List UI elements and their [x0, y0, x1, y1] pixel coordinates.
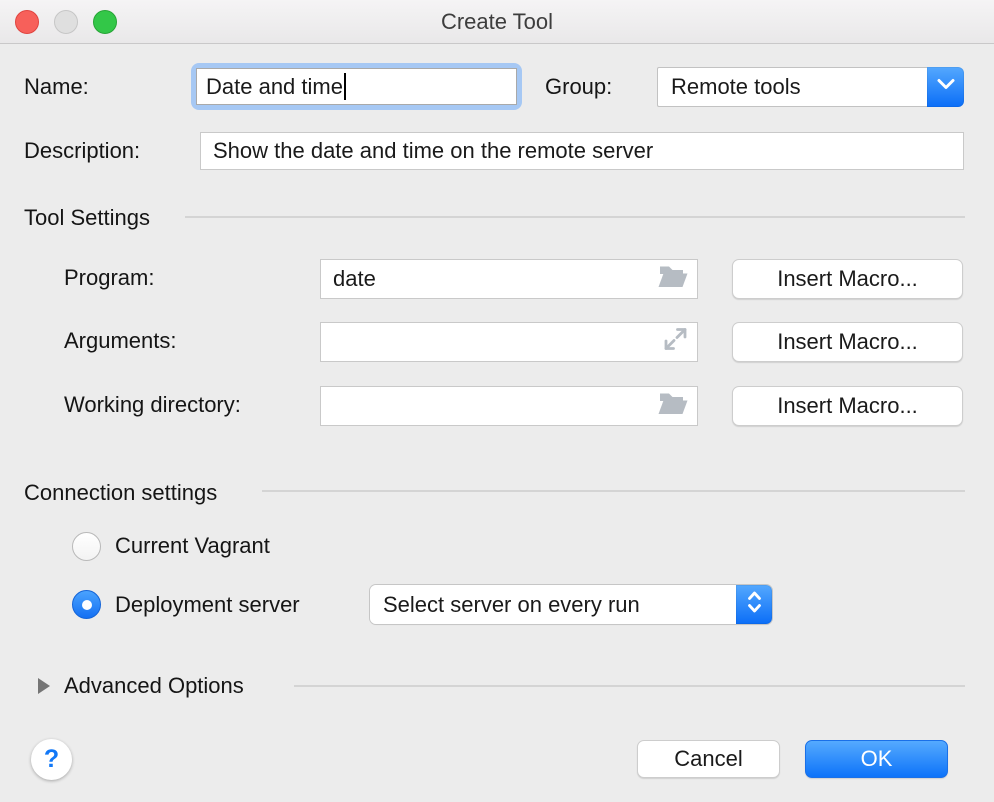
section-divider [185, 216, 965, 218]
traffic-lights [15, 10, 117, 34]
working-directory-label: Working directory: [64, 392, 241, 418]
title-bar: Create Tool [0, 0, 994, 44]
program-input-value: date [333, 266, 376, 292]
insert-macro-button-program[interactable]: Insert Macro... [732, 259, 963, 299]
insert-macro-label: Insert Macro... [777, 266, 918, 292]
name-input-value: Date and time [206, 74, 343, 100]
description-label: Description: [24, 138, 140, 164]
group-combobox[interactable]: Remote tools [657, 67, 964, 107]
connection-settings-heading: Connection settings [24, 480, 217, 506]
advanced-options-heading[interactable]: Advanced Options [64, 673, 244, 699]
ok-button[interactable]: OK [805, 740, 948, 778]
radio-current-vagrant-label[interactable]: Current Vagrant [115, 533, 270, 559]
group-label: Group: [545, 74, 612, 100]
create-tool-dialog: Create Tool Name: Date and time Group: R… [0, 0, 994, 802]
group-combobox-value[interactable]: Remote tools [657, 67, 927, 107]
question-mark-icon: ? [44, 745, 59, 774]
insert-macro-button-working-directory[interactable]: Insert Macro... [732, 386, 963, 426]
arguments-input[interactable] [320, 322, 698, 362]
group-dropdown-button[interactable] [927, 67, 964, 107]
program-input[interactable]: date [320, 259, 698, 299]
description-input[interactable]: Show the date and time on the remote ser… [200, 132, 964, 170]
tool-settings-heading: Tool Settings [24, 205, 150, 231]
name-field-focus-ring: Date and time [191, 63, 522, 110]
window-title: Create Tool [0, 0, 994, 43]
open-folder-icon[interactable] [657, 263, 689, 296]
text-cursor [344, 73, 346, 100]
zoom-button[interactable] [93, 10, 117, 34]
server-popup-select[interactable]: Select server on every run [370, 585, 772, 624]
radio-deployment-server[interactable] [72, 590, 101, 619]
cancel-button[interactable]: Cancel [637, 740, 780, 778]
insert-macro-button-arguments[interactable]: Insert Macro... [732, 322, 963, 362]
description-input-value: Show the date and time on the remote ser… [213, 138, 653, 164]
name-input[interactable]: Date and time [196, 68, 517, 105]
open-folder-icon[interactable] [657, 390, 689, 423]
close-button[interactable] [15, 10, 39, 34]
arguments-label: Arguments: [64, 328, 177, 354]
radio-deployment-server-label[interactable]: Deployment server [115, 592, 300, 618]
expand-diagonal-icon[interactable] [662, 326, 689, 359]
server-popup-value[interactable]: Select server on every run [370, 585, 736, 624]
chevrons-up-down-icon [746, 588, 763, 621]
program-label: Program: [64, 265, 154, 291]
section-divider [262, 490, 965, 492]
insert-macro-label: Insert Macro... [777, 329, 918, 355]
working-directory-input[interactable] [320, 386, 698, 426]
chevron-down-icon [936, 78, 956, 96]
disclosure-triangle-icon[interactable] [38, 678, 50, 694]
minimize-button[interactable] [54, 10, 78, 34]
help-button[interactable]: ? [31, 739, 72, 780]
server-popup-button[interactable] [736, 585, 772, 624]
cancel-button-label: Cancel [674, 746, 742, 772]
name-label: Name: [24, 74, 89, 100]
ok-button-label: OK [861, 746, 893, 772]
section-divider [294, 685, 965, 687]
insert-macro-label: Insert Macro... [777, 393, 918, 419]
radio-current-vagrant[interactable] [72, 532, 101, 561]
